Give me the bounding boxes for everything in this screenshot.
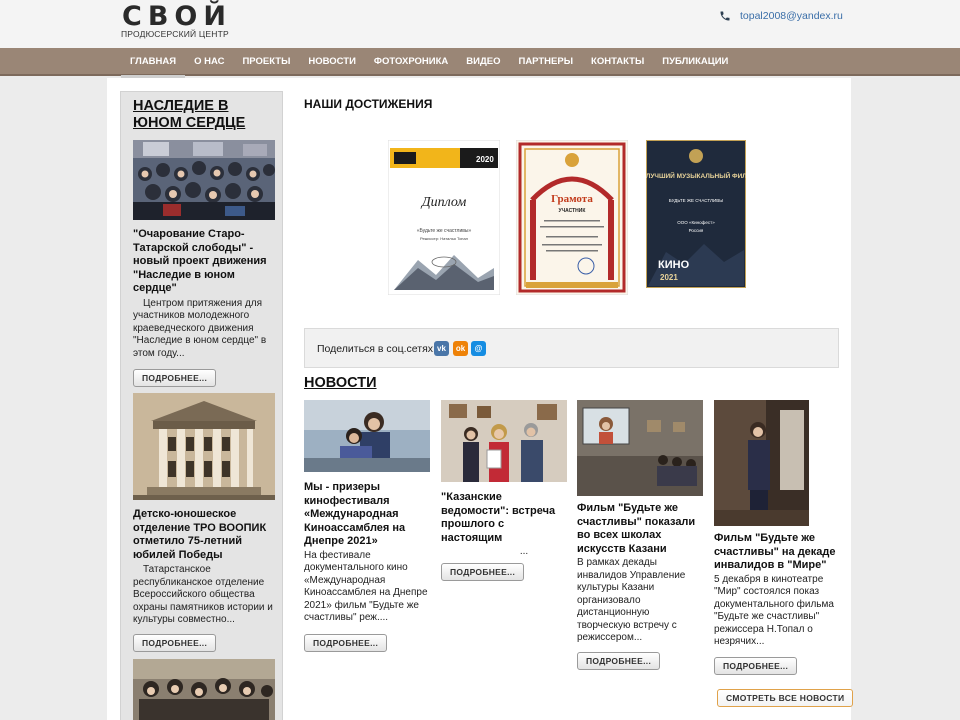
news-card-actions: ПОДРОБНЕЕ... <box>441 562 567 581</box>
phone-icon <box>720 11 730 21</box>
read-more-button[interactable]: ПОДРОБНЕЕ... <box>304 633 388 652</box>
sidebar-card-text: Татарстанское республиканское отделение … <box>133 564 273 625</box>
news-photo <box>441 400 567 482</box>
read-more-button[interactable]: ПОДРОБНЕЕ... <box>577 651 661 670</box>
news-card: Фильм "Будьте же счастливы" показали во … <box>577 400 703 670</box>
award-heading-text: ЗА ЛУЧШИЙ МУЗЫКАЛЬНЫЙ ФИЛЬМ <box>646 171 746 180</box>
logo-subtitle: ПРОДЮСЕРСКИЙ ЦЕНТР <box>121 29 229 39</box>
nav-item-home[interactable]: ГЛАВНАЯ <box>121 48 186 78</box>
group-photo <box>133 659 275 720</box>
award-company: ООО «Кинофест» <box>677 220 715 225</box>
news-card-image[interactable] <box>577 400 703 496</box>
award-heading: ЗА ЛУЧШИЙ МУЗЫКАЛЬНЫЙ ФИЛЬМ <box>646 171 746 180</box>
nav-item-projects[interactable]: ПРОЕКТЫ <box>233 48 299 76</box>
news-card-text: ... <box>519 546 529 557</box>
read-more-button[interactable]: ПОДРОБНЕЕ... <box>133 633 217 652</box>
diploma-graphic: 2020 Диплом «Будьте же счастливы» Режисс… <box>387 139 501 296</box>
news-card-image[interactable] <box>441 400 567 482</box>
diploma-year: 2020 <box>476 155 494 164</box>
sidebar-card: "Очарование Старо-Татарской слободы" - н… <box>133 140 275 387</box>
contact-email-link[interactable]: topal2008@yandex.ru <box>740 10 843 22</box>
header: СВОЙ ПРОДЮСЕРСКИЙ ЦЕНТР topal2008@yandex… <box>0 0 960 48</box>
news-card-actions: ПОДРОБНЕЕ... <box>304 633 430 652</box>
diploma-heading: Диплом <box>420 195 467 210</box>
news-card-text: В рамках декады инвалидов Управление кул… <box>577 557 686 643</box>
contact-info: topal2008@yandex.ru <box>719 9 843 23</box>
nav-item-partners[interactable]: ПАРТНЕРЫ <box>509 48 582 76</box>
diploma-director: Режиссер: Наталья Топал <box>420 236 469 241</box>
nav-item-video[interactable]: ВИДЕО <box>457 48 509 76</box>
nav-item-publications[interactable]: ПУБЛИКАЦИИ <box>653 48 737 76</box>
news-card-image[interactable] <box>714 400 809 526</box>
award-year: 2021 <box>660 273 678 282</box>
news-card-image[interactable] <box>304 400 430 472</box>
award-brand: КИНО <box>658 259 690 271</box>
read-more-button[interactable]: ПОДРОБНЕЕ... <box>714 656 798 675</box>
read-more-button[interactable]: ПОДРОБНЕЕ... <box>133 369 217 387</box>
news-card-title[interactable]: "Казанские ведомости": встреча прошлого … <box>441 491 567 545</box>
moimir-icon[interactable]: @ <box>471 341 486 356</box>
logo-title: СВОЙ <box>122 1 232 32</box>
news-card-text: На фестивале документального кино «Между… <box>304 549 428 624</box>
sidebar-title[interactable]: НАСЛЕДИЕ В ЮНОМ СЕРДЦЕ <box>133 98 278 132</box>
certificate-graphic: Грамота УЧАСТНИК <box>515 139 629 296</box>
sidebar-card-image[interactable] <box>133 659 275 720</box>
news-card-title[interactable]: Мы - призеры кинофестиваля «Международна… <box>304 481 430 549</box>
share-label: Поделиться в соц.сетях: <box>317 343 436 355</box>
news-card: Мы - призеры кинофестиваля «Международна… <box>304 400 430 652</box>
diploma-image[interactable]: 2020 Диплом «Будьте же счастливы» Режисс… <box>387 139 501 300</box>
certificate-heading: Грамота <box>551 193 593 205</box>
view-all-news-button[interactable]: СМОТРЕТЬ ВСЕ НОВОСТИ <box>717 689 854 707</box>
share-box: Поделиться в соц.сетях: vk ok @ <box>304 328 839 368</box>
nav-item-photo-chronicle[interactable]: ФОТОХРОНИКА <box>365 48 457 76</box>
nav-item-contacts[interactable]: КОНТАКТЫ <box>582 48 653 76</box>
news-card-text: 5 декабря в кинотеатре "Мир" состоялся п… <box>714 573 834 648</box>
sidebar-card-actions: ПОДРОБНЕЕ... <box>133 368 275 387</box>
sidebar-card-title[interactable]: Детско-юношеское отделение ТРО ВООПИК от… <box>133 508 275 562</box>
crowd-photo <box>133 140 275 220</box>
award-image[interactable]: ЗА ЛУЧШИЙ МУЗЫКАЛЬНЫЙ ФИЛЬМ БУДЬТЕ ЖЕ СЧ… <box>635 139 757 293</box>
nav-item-news[interactable]: НОВОСТИ <box>299 48 365 76</box>
news-card-actions: ПОДРОБНЕЕ... <box>577 651 703 670</box>
site-logo[interactable]: СВОЙ ПРОДЮСЕРСКИЙ ЦЕНТР <box>121 2 241 42</box>
sidebar-card-actions: ПОДРОБНЕЕ... <box>133 633 275 652</box>
news-card: Фильм "Будьте же счастливы" на декаде ин… <box>714 400 840 675</box>
sidebar-card <box>133 659 275 720</box>
diploma-film: «Будьте же счастливы» <box>417 228 472 234</box>
news-section-title[interactable]: НОВОСТИ <box>304 375 377 391</box>
vk-icon[interactable]: vk <box>434 341 449 356</box>
sidebar-card: Детско-юношеское отделение ТРО ВООПИК от… <box>133 393 275 652</box>
news-photo <box>304 400 430 472</box>
award-film: БУДЬТЕ ЖЕ СЧАСТЛИВЫ <box>669 198 723 203</box>
news-card-actions: ПОДРОБНЕЕ... <box>714 656 840 675</box>
nav-item-about[interactable]: О НАС <box>185 48 233 76</box>
content-container: НАСЛЕДИЕ В ЮНОМ СЕРДЦЕ "Очарование Старо… <box>107 78 854 720</box>
news-card-title[interactable]: Фильм "Будьте же счастливы" показали во … <box>577 502 703 556</box>
certificate-subheading: УЧАСТНИК <box>559 208 587 214</box>
sidebar-card-title[interactable]: "Очарование Старо-Татарской слободы" - н… <box>133 228 275 296</box>
read-more-button[interactable]: ПОДРОБНЕЕ... <box>441 562 525 581</box>
award-country: Россия <box>689 228 704 233</box>
sidebar-card-image[interactable] <box>133 140 275 220</box>
award-graphic: ЗА ЛУЧШИЙ МУЗЫКАЛЬНЫЙ ФИЛЬМ БУДЬТЕ ЖЕ СЧ… <box>635 139 757 289</box>
main-navigation: ГЛАВНАЯ О НАС ПРОЕКТЫ НОВОСТИ ФОТОХРОНИК… <box>0 48 960 78</box>
nav-list: ГЛАВНАЯ О НАС ПРОЕКТЫ НОВОСТИ ФОТОХРОНИК… <box>121 48 737 78</box>
news-card: "Казанские ведомости": встреча прошлого … <box>441 400 567 581</box>
news-photo <box>714 400 809 526</box>
sidebar-heritage: НАСЛЕДИЕ В ЮНОМ СЕРДЦЕ "Очарование Старо… <box>120 91 283 720</box>
odnoklassniki-icon[interactable]: ok <box>453 341 468 356</box>
sidebar-card-text: Центром притяжения для участников молоде… <box>133 297 267 359</box>
sidebar-card-image[interactable] <box>133 393 275 500</box>
news-card-title[interactable]: Фильм "Будьте же счастливы" на декаде ин… <box>714 532 840 573</box>
building-photo <box>133 393 275 500</box>
achievements-title: НАШИ ДОСТИЖЕНИЯ <box>304 97 433 111</box>
certificate-image[interactable]: Грамота УЧАСТНИК <box>515 139 629 300</box>
news-photo <box>577 400 703 496</box>
